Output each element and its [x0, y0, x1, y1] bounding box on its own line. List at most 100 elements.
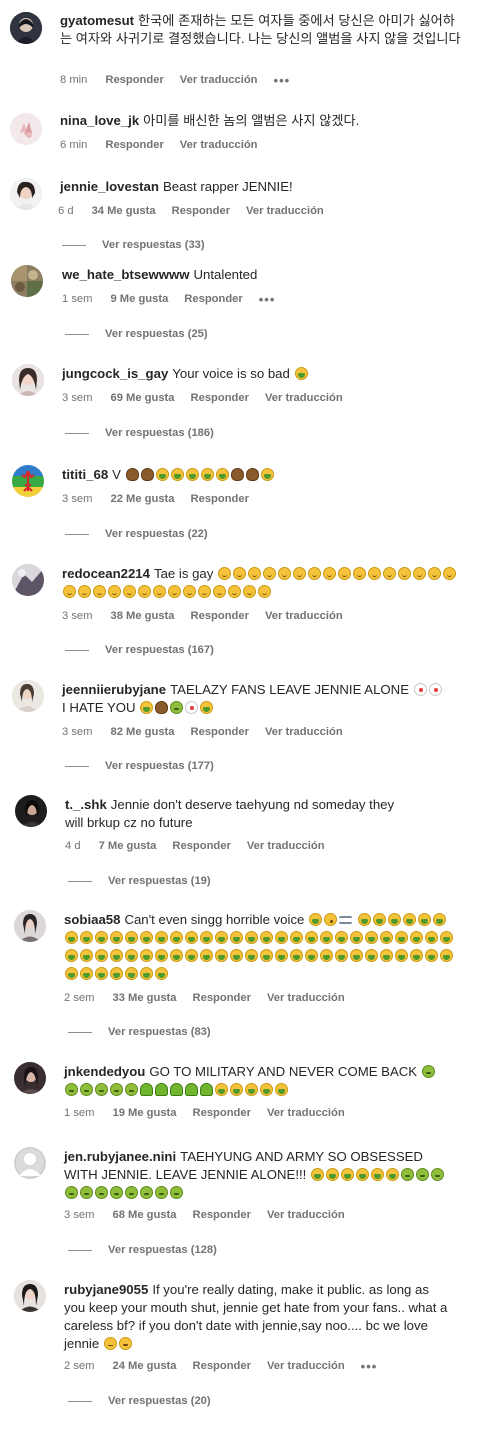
comment-username[interactable]: jeenniieruby​jane	[62, 682, 166, 697]
likes-count[interactable]: 9 Me gusta	[110, 293, 168, 305]
reply-button[interactable]: Responder	[184, 293, 242, 305]
vomit-emoji-icon	[185, 468, 199, 481]
comment-text: jnkendedyou GO TO MILITARY AND NEVER COME…	[64, 1063, 449, 1099]
avatar[interactable]	[10, 113, 42, 145]
comment-username[interactable]: jnkendedyou	[64, 1064, 145, 1079]
view-replies-button[interactable]: Ver respuestas (177)	[65, 758, 214, 774]
translate-button[interactable]: Ver traducción	[246, 205, 324, 217]
likes-count[interactable]: 82 Me gusta	[110, 726, 174, 738]
comment-text: rubyjane9055 If you're really dating, mak…	[64, 1281, 449, 1353]
translate-button[interactable]: Ver traducción	[247, 840, 325, 852]
reply-button[interactable]: Responder	[172, 840, 230, 852]
avatar[interactable]	[10, 12, 42, 44]
vomit-emoji-icon	[140, 931, 153, 944]
more-options-icon[interactable]: •••	[259, 292, 276, 307]
translate-button[interactable]: Ver traducción	[265, 726, 343, 738]
replies-divider	[65, 649, 89, 651]
view-replies-button[interactable]: Ver respuestas (128)	[68, 1242, 217, 1258]
vomit-emoji-icon	[215, 931, 228, 944]
reply-button[interactable]: Responder	[193, 992, 251, 1004]
avatar[interactable]	[12, 564, 44, 596]
comment-body: GO TO MILITARY AND NEVER COME BACK	[149, 1064, 418, 1079]
avatar[interactable]	[14, 1280, 46, 1312]
reply-button[interactable]: Responder	[193, 1209, 251, 1221]
vomit-emoji-icon	[140, 949, 153, 962]
view-replies-button[interactable]: Ver respuestas (25)	[65, 326, 208, 342]
smile-emoji-icon	[228, 585, 241, 598]
comment-username[interactable]: nina_love_jk	[60, 113, 139, 128]
comment-text: jennie_lovestan Beast rapper JENNIE!	[60, 178, 465, 196]
view-replies-button[interactable]: Ver respuestas (186)	[65, 425, 214, 441]
translate-button[interactable]: Ver traducción	[267, 992, 345, 1004]
reply-button[interactable]: Responder	[191, 726, 249, 738]
comment-time: 2 sem	[64, 1360, 95, 1372]
vomit-emoji-icon	[230, 931, 243, 944]
translate-button[interactable]: Ver traducción	[267, 1360, 345, 1372]
likes-count[interactable]: 33 Me gusta	[112, 992, 176, 1004]
translate-button[interactable]: Ver traducción	[180, 139, 258, 151]
likes-count[interactable]: 19 Me gusta	[112, 1107, 176, 1119]
comment-username[interactable]: jungcock_is_gay	[62, 366, 168, 381]
vomit-emoji-icon	[335, 949, 348, 962]
view-replies-button[interactable]: Ver respuestas (167)	[65, 642, 214, 658]
avatar[interactable]	[12, 465, 44, 497]
comment-username[interactable]: rubyjane9055	[64, 1282, 148, 1297]
more-options-icon[interactable]: •••	[274, 73, 291, 88]
comment-username[interactable]: tititi_68	[62, 467, 108, 482]
vomit-emoji-icon	[185, 931, 198, 944]
likes-count[interactable]: 68 Me gusta	[112, 1209, 176, 1221]
avatar[interactable]	[14, 1147, 46, 1179]
likes-count[interactable]: 69 Me gusta	[110, 392, 174, 404]
likes-count[interactable]: 34 Me gusta	[92, 205, 156, 217]
vomit-emoji-icon	[110, 931, 123, 944]
comment-username[interactable]: jen.rubyjanee.nini	[64, 1149, 176, 1164]
comment-meta: 3 sem 22 Me gusta Responder	[62, 491, 265, 507]
comment-body: Your voice is so bad	[172, 366, 290, 381]
likes-count[interactable]: 22 Me gusta	[110, 493, 174, 505]
translate-button[interactable]: Ver traducción	[267, 1209, 345, 1221]
avatar[interactable]	[12, 364, 44, 396]
comment-username[interactable]: gyatomesut	[60, 13, 134, 28]
more-options-icon[interactable]: •••	[361, 1359, 378, 1374]
vomit-emoji-icon	[260, 949, 273, 962]
view-replies-button[interactable]: Ver respuestas (19)	[68, 873, 211, 889]
comment-username[interactable]: we_hate_btsewwww	[62, 267, 190, 282]
view-replies-button[interactable]: Ver respuestas (20)	[68, 1393, 211, 1409]
reply-button[interactable]: Responder	[191, 493, 249, 505]
avatar[interactable]	[11, 265, 43, 297]
translate-button[interactable]: Ver traducción	[265, 392, 343, 404]
likes-count[interactable]: 38 Me gusta	[110, 610, 174, 622]
comment-username[interactable]: redocean2214	[62, 566, 150, 581]
avatar[interactable]	[15, 795, 47, 827]
translate-button[interactable]: Ver traducción	[180, 74, 258, 86]
reply-button[interactable]: Responder	[191, 392, 249, 404]
translate-button[interactable]: Ver traducción	[267, 1107, 345, 1119]
translate-button[interactable]: Ver traducción	[265, 610, 343, 622]
view-replies-button[interactable]: Ver respuestas (33)	[62, 237, 205, 253]
vomit-emoji-icon	[260, 1083, 273, 1096]
comment-username[interactable]: sobiaa58	[64, 912, 120, 927]
comment-username[interactable]: jennie_lovestan	[60, 179, 159, 194]
reply-button[interactable]: Responder	[193, 1107, 251, 1119]
sick-emoji-icon	[65, 1083, 78, 1096]
likes-count[interactable]: 24 Me gusta	[112, 1360, 176, 1372]
avatar[interactable]	[12, 680, 44, 712]
smile-emoji-icon	[398, 567, 412, 580]
reply-button[interactable]: Responder	[191, 610, 249, 622]
avatar[interactable]	[14, 1062, 46, 1094]
likes-count[interactable]: 7 Me gusta	[99, 840, 157, 852]
view-replies-button[interactable]: Ver respuestas (83)	[68, 1024, 211, 1040]
poop-emoji-icon	[155, 701, 169, 714]
reply-button[interactable]: Responder	[105, 74, 163, 86]
reply-button[interactable]: Responder	[105, 139, 163, 151]
reply-button[interactable]: Responder	[172, 205, 230, 217]
avatar[interactable]	[14, 910, 46, 942]
comment-username[interactable]: t._.shk	[65, 797, 107, 812]
clown-emoji-icon	[185, 701, 199, 714]
avatar[interactable]	[10, 178, 42, 210]
vomit-emoji-icon	[350, 931, 363, 944]
view-replies-button[interactable]: Ver respuestas (22)	[65, 526, 208, 542]
reply-button[interactable]: Responder	[193, 1360, 251, 1372]
sick-emoji-icon	[155, 1186, 168, 1199]
vomit-emoji-icon	[335, 931, 348, 944]
